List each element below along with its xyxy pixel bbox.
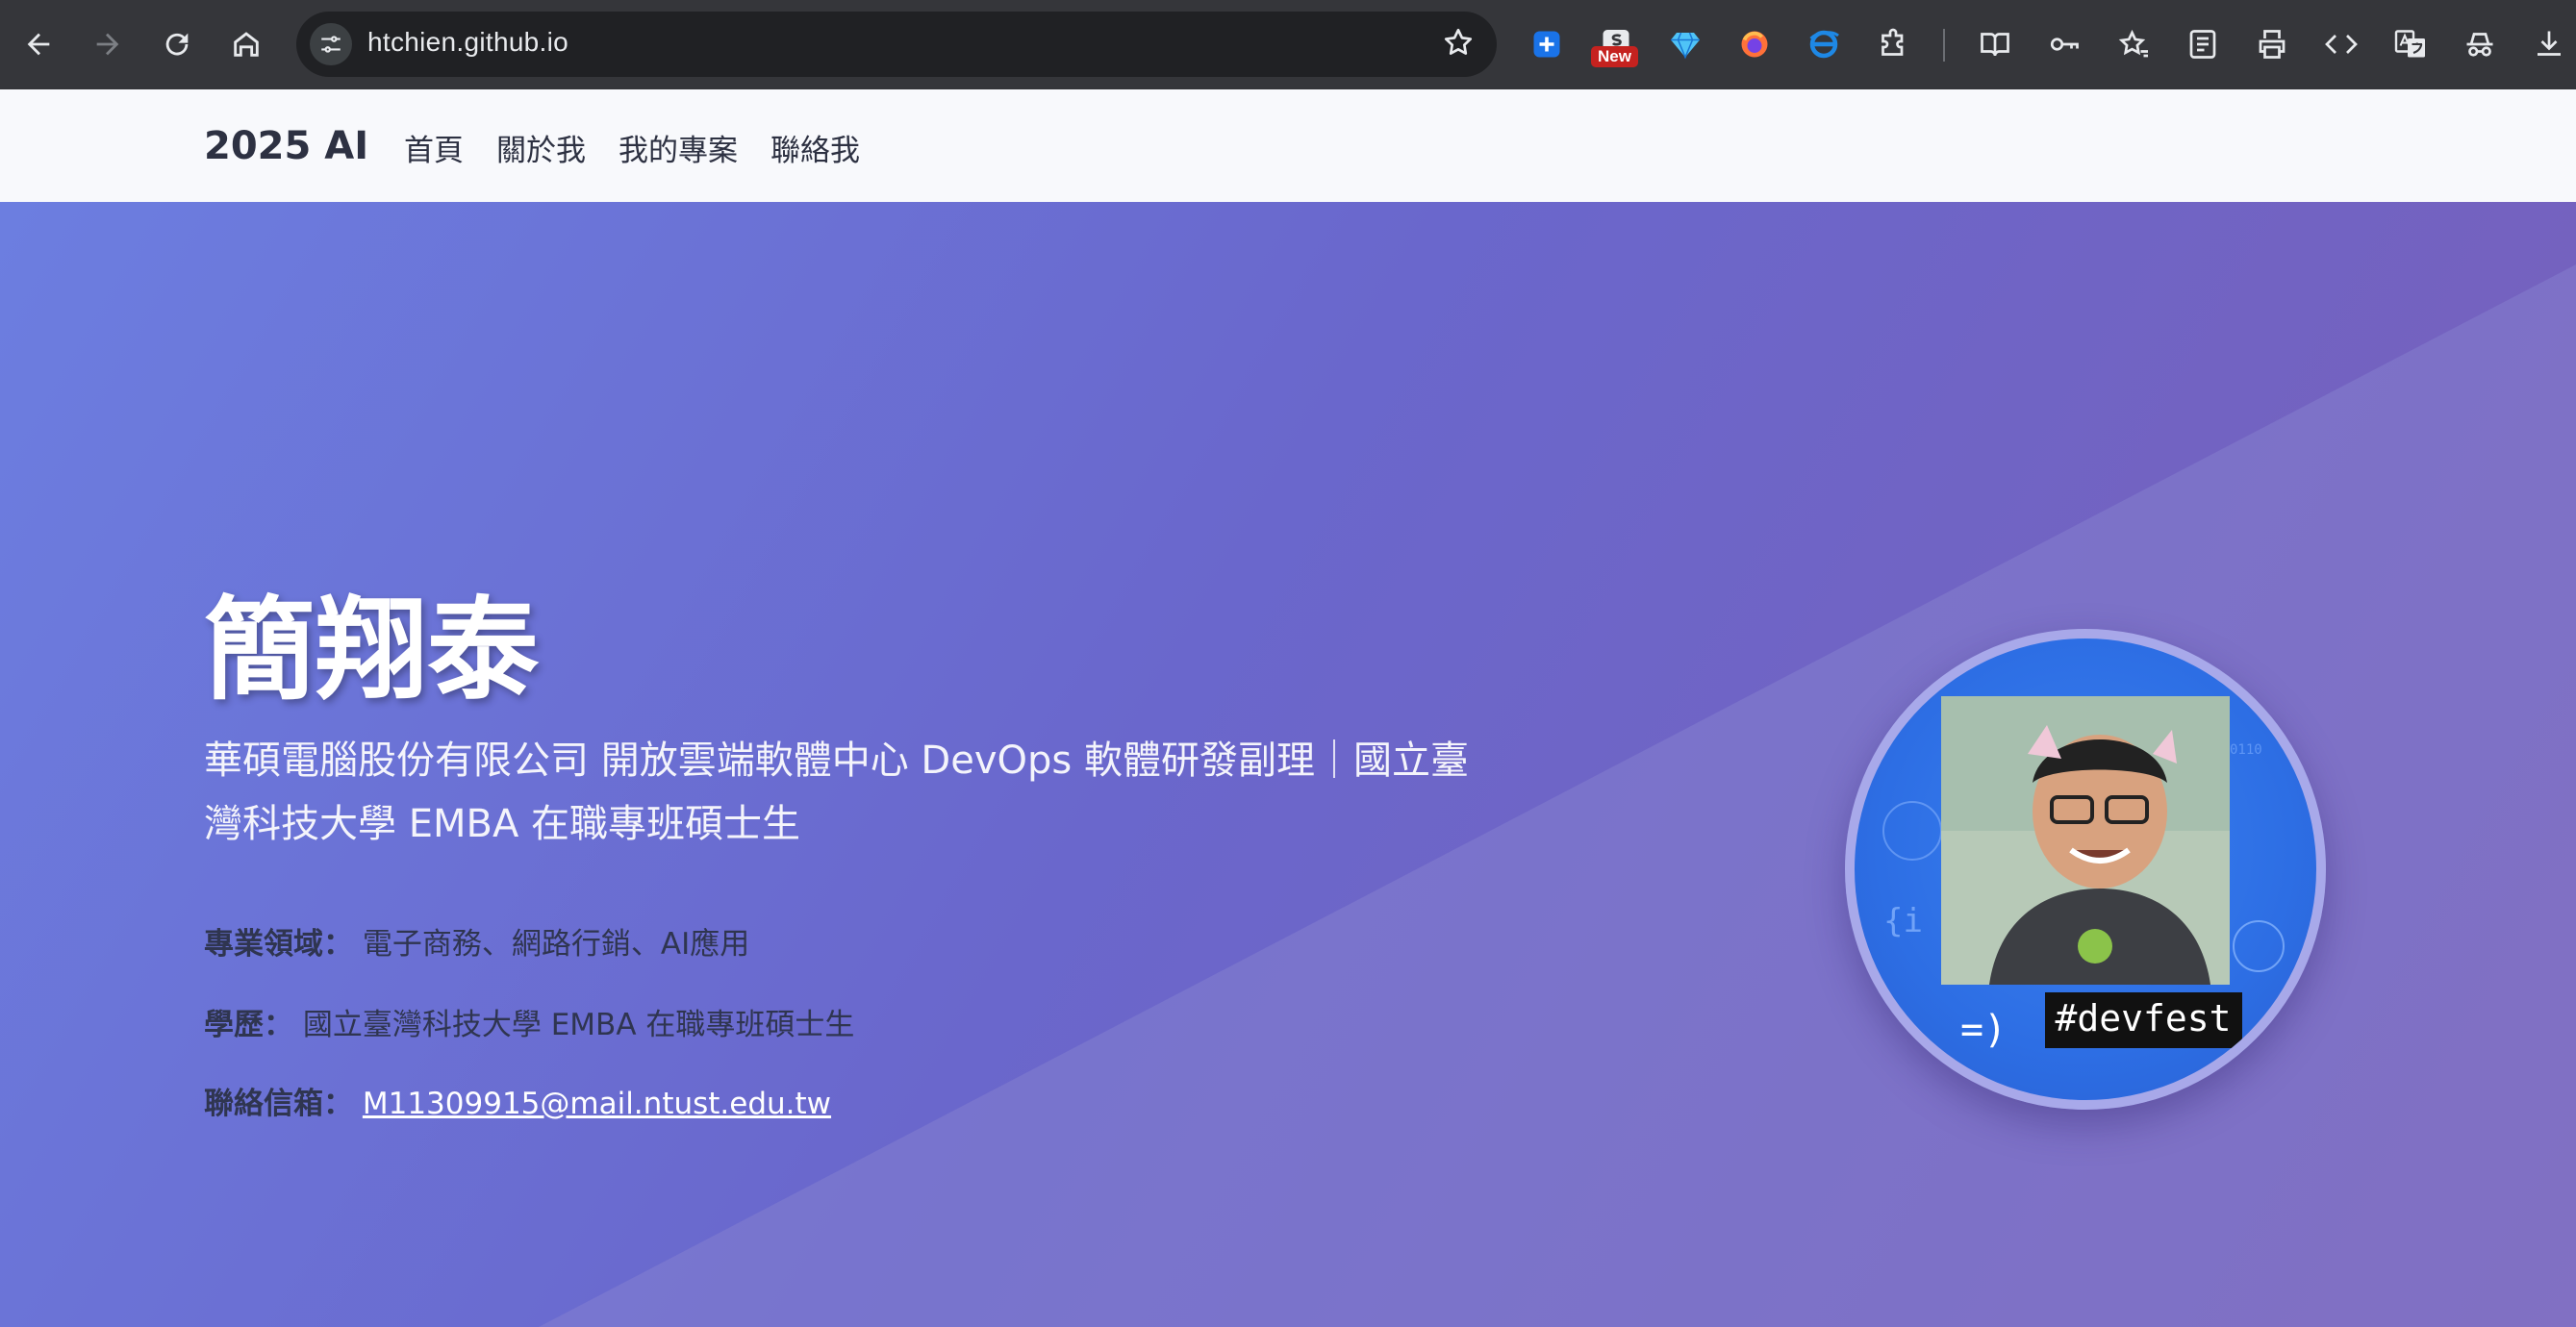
back-button[interactable]: [15, 21, 62, 67]
puzzle-icon: [1881, 28, 1904, 56]
reload-button[interactable]: [154, 21, 200, 67]
gem-icon: [1671, 32, 1700, 60]
profile-avatar: 1001 0110 {i =) #devfest: [1845, 629, 2326, 1110]
star-icon: [1444, 28, 1473, 55]
favorites-button[interactable]: [2112, 23, 2155, 65]
home-icon: [234, 32, 259, 57]
info-email-label: 聯絡信箱：: [204, 1087, 353, 1121]
hero-section: 簡翔泰 華碩電腦股份有限公司 開放雲端軟體中心 DevOps 軟體研發副理｜國立…: [0, 202, 2576, 1327]
site-brand[interactable]: 2025 AI: [204, 124, 368, 168]
info-expertise-value: 電子商務、網路行銷、AI應用: [362, 927, 750, 962]
browser-toolbar: htchien.github.io New: [0, 0, 2576, 89]
url-text[interactable]: htchien.github.io: [367, 27, 568, 58]
avatar-image: 1001 0110 {i =) #devfest: [1882, 696, 2285, 1052]
email-link[interactable]: M11309915@mail.ntust.edu.tw: [363, 1087, 831, 1121]
list-doc-icon: [2189, 30, 2216, 59]
info-expertise-label: 專業領域：: [204, 927, 353, 962]
extension-edge-button[interactable]: [1803, 23, 1845, 65]
nav-projects[interactable]: 我的專案: [619, 126, 738, 169]
site-header: 2025 AI 首頁 關於我 我的專案 聯絡我: [0, 89, 2576, 202]
firefox-icon: [1741, 31, 1768, 58]
bookmark-star-button[interactable]: [1441, 25, 1479, 63]
incognito-button[interactable]: [2459, 23, 2501, 65]
printer-icon: [2259, 30, 2286, 59]
address-bar[interactable]: htchien.github.io: [296, 12, 1497, 77]
info-education-label: 學歷：: [204, 1008, 293, 1042]
forward-button[interactable]: [85, 21, 131, 67]
extension-add-button[interactable]: [1526, 23, 1568, 65]
star-list-icon: [2118, 29, 2148, 58]
download-icon: [2538, 31, 2561, 56]
info-email: 聯絡信箱： M11309915@mail.ntust.edu.tw: [204, 1079, 831, 1122]
site-nav: 首頁 關於我 我的專案 聯絡我: [404, 126, 860, 169]
arrow-left-icon: [27, 33, 50, 56]
svg-text:0110: 0110: [2230, 742, 2262, 758]
toolbar-divider: [1943, 29, 1945, 62]
reading-list-button[interactable]: [2182, 23, 2224, 65]
nav-home[interactable]: 首頁: [404, 126, 464, 169]
site-info-button[interactable]: [310, 23, 352, 65]
info-expertise: 專業領域： 電子商務、網路行銷、AI應用: [204, 919, 749, 963]
extension-firefox-button[interactable]: [1733, 23, 1776, 65]
hero-job-title: 華碩電腦股份有限公司 開放雲端軟體中心 DevOps 軟體研發副理｜國立臺灣科技…: [204, 739, 1469, 846]
arrow-right-icon: [96, 33, 119, 56]
nav-contact[interactable]: 聯絡我: [770, 126, 860, 169]
incognito-icon: [2466, 33, 2493, 57]
home-button[interactable]: [223, 21, 269, 67]
reading-mode-button[interactable]: [1974, 23, 2016, 65]
hero-name: 簡翔泰: [204, 586, 539, 715]
new-badge: New: [1591, 46, 1638, 67]
plus-square-icon: [1533, 31, 1560, 58]
tune-icon: [321, 36, 341, 53]
extensions-menu-button[interactable]: [1872, 23, 1914, 65]
ie-edge-icon: [1809, 30, 1839, 59]
avatar-tag: #devfest: [2055, 997, 2231, 1039]
code-icon: [2325, 35, 2358, 54]
svg-text:=): =): [1960, 1008, 2007, 1052]
extension-gem-button[interactable]: [1664, 23, 1706, 65]
downloads-button[interactable]: [2528, 23, 2570, 65]
translate-icon: [2394, 30, 2425, 58]
book-open-icon: [1981, 33, 2009, 57]
svg-text:{i: {i: [1883, 902, 1923, 940]
reload-icon: [165, 33, 189, 56]
key-icon: [2050, 38, 2079, 51]
passwords-button[interactable]: [2043, 23, 2085, 65]
print-button[interactable]: [2251, 23, 2293, 65]
nav-about[interactable]: 關於我: [496, 126, 586, 169]
translate-button[interactable]: [2389, 23, 2432, 65]
info-education-value: 國立臺灣科技大學 EMBA 在職專班碩士生: [302, 1008, 855, 1042]
info-education: 學歷： 國立臺灣科技大學 EMBA 在職專班碩士生: [204, 1000, 854, 1043]
view-source-button[interactable]: [2320, 23, 2362, 65]
